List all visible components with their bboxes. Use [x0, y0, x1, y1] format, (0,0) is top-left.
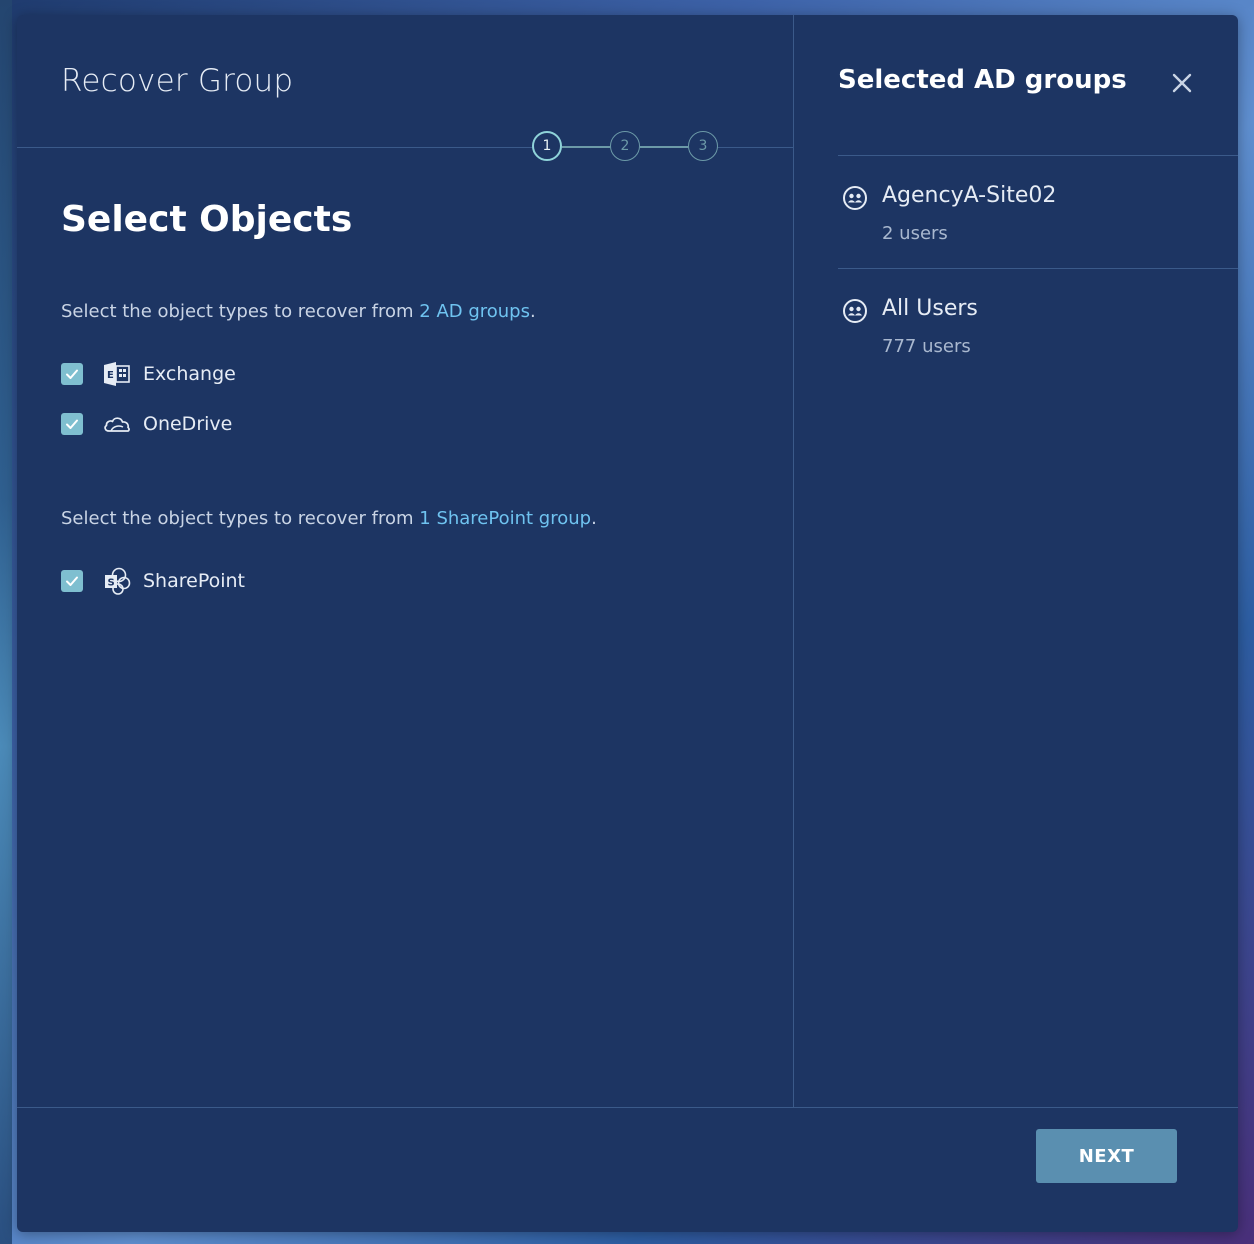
group-user-count: 777 users	[882, 336, 971, 357]
svg-text:E: E	[107, 370, 114, 381]
step-1-indicator[interactable]: 1	[532, 131, 562, 161]
wizard-stepper: 1 2 3	[532, 131, 742, 165]
page-heading: Select Objects	[61, 199, 353, 240]
close-icon	[1172, 73, 1192, 93]
recover-group-dialog: Recover Group 1 2 3 Select Objects Selec…	[17, 15, 1238, 1232]
selected-groups-panel: Selected AD groups AgencyA-Site02 2 user…	[794, 15, 1238, 1107]
group-user-count: 2 users	[882, 223, 948, 244]
sharepoint-label: SharePoint	[143, 570, 246, 592]
instruction-suffix: .	[530, 301, 536, 322]
main-panel: Recover Group 1 2 3 Select Objects Selec…	[17, 15, 794, 1107]
panel-divider	[838, 155, 1238, 156]
checkmark-icon	[66, 369, 78, 379]
step-2-indicator[interactable]: 2	[610, 131, 640, 161]
sharepoint-icon: S	[101, 567, 133, 595]
stepper-connector	[640, 146, 688, 148]
exchange-checkbox[interactable]	[61, 363, 83, 385]
group-item-all-users: All Users 777 users	[838, 288, 1218, 368]
next-button[interactable]: NEXT	[1036, 1129, 1177, 1183]
ad-groups-link[interactable]: 2 AD groups	[419, 301, 530, 322]
backdrop	[0, 0, 12, 1244]
panel-title: Selected AD groups	[838, 65, 1127, 95]
instruction-text: Select the object types to recover from	[61, 508, 420, 529]
sharepoint-group-link[interactable]: 1 SharePoint group	[419, 508, 591, 529]
group-icon	[843, 186, 867, 210]
checkmark-icon	[66, 419, 78, 429]
step-3-indicator[interactable]: 3	[688, 131, 718, 161]
onedrive-checkbox[interactable]	[61, 413, 83, 435]
exchange-option[interactable]: E Exchange	[61, 360, 236, 388]
exchange-icon: E	[101, 360, 133, 388]
sharepoint-option[interactable]: S SharePoint	[61, 567, 245, 595]
instruction-suffix: .	[591, 508, 597, 529]
group-item-agencya-site02: AgencyA-Site02 2 users	[838, 175, 1218, 255]
sharepoint-checkbox[interactable]	[61, 570, 83, 592]
onedrive-option[interactable]: OneDrive	[61, 410, 232, 438]
exchange-label: Exchange	[143, 363, 236, 385]
close-button[interactable]	[1170, 71, 1194, 95]
stepper-connector	[562, 146, 610, 148]
svg-text:S: S	[108, 578, 115, 589]
group-icon	[843, 299, 867, 323]
sharepoint-section-instruction: Select the object types to recover from …	[61, 508, 597, 529]
group-name: All Users	[882, 296, 978, 321]
instruction-text: Select the object types to recover from	[61, 301, 420, 322]
dialog-title: Recover Group	[61, 63, 294, 99]
checkmark-icon	[66, 576, 78, 586]
ad-section-instruction: Select the object types to recover from …	[61, 301, 536, 322]
group-name: AgencyA-Site02	[882, 183, 1057, 208]
panel-divider	[838, 268, 1238, 269]
onedrive-icon	[101, 410, 133, 438]
onedrive-label: OneDrive	[143, 413, 233, 435]
